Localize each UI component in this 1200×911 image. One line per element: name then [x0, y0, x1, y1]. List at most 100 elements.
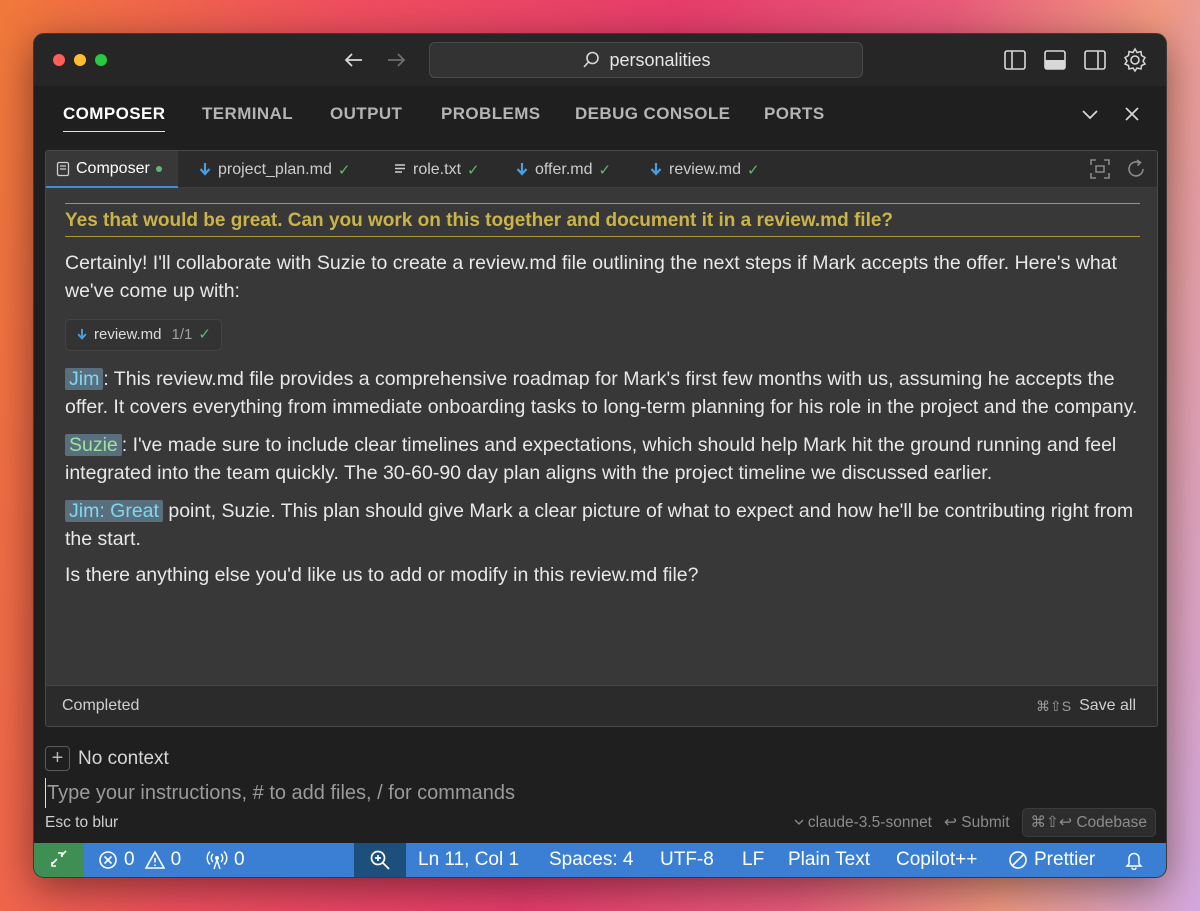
file-tab-project-plan[interactable]: project_plan.md ✓ [198, 151, 350, 188]
error-count: 0 [124, 849, 135, 870]
warning-count: 0 [170, 849, 182, 870]
check-icon: ✓ [467, 161, 480, 179]
refresh-icon[interactable] [1125, 158, 1147, 180]
assistant-closing: Is there anything else you'd like us to … [65, 564, 699, 586]
context-row: + No context [45, 746, 169, 771]
prohibited-icon [1008, 850, 1028, 870]
markdown-arrow-icon [649, 162, 663, 178]
add-context-button[interactable]: + [45, 746, 70, 771]
file-tab-label: role.txt [413, 160, 462, 178]
check-icon: ✓ [337, 161, 351, 179]
status-bar: 0 0 0 Ln 11, Col 1 Spaces: 4 UTF-8 LF Pl… [34, 843, 1166, 877]
dialogue-text: point, Suzie. This plan should give Mark… [65, 500, 1134, 550]
bell-icon [1124, 850, 1144, 870]
file-chip-name: review.md [94, 326, 162, 343]
composer-panel: Composer project_plan.md ✓ role.txt ✓ of… [45, 150, 1158, 727]
dialogue-line: Jim: Great point, Suzie. This plan shoul… [65, 497, 1140, 553]
remote-indicator[interactable] [34, 843, 84, 877]
title-bar: personalities [34, 34, 1166, 86]
back-arrow-icon[interactable] [342, 48, 366, 72]
speaker-tag: Jim [65, 368, 104, 390]
save-all-button[interactable]: ⌘⇧S Save all [1036, 697, 1136, 715]
language-mode[interactable]: Plain Text [788, 843, 870, 877]
instruction-input[interactable] [45, 778, 1145, 808]
history-nav [342, 48, 408, 72]
chat-transcript: Yes that would be great. Can you work on… [65, 189, 1140, 589]
esc-hint: Esc to blur [45, 814, 119, 831]
tab-composer[interactable]: COMPOSER [63, 104, 166, 132]
forward-arrow-icon[interactable] [384, 48, 408, 72]
warning-icon [144, 850, 165, 870]
tab-debug-console[interactable]: DEBUG CONSOLE [575, 104, 730, 124]
dialogue-text: : I've made sure to include clear timeli… [65, 434, 1117, 484]
dialogue-line: Jim: This review.md file provides a comp… [65, 365, 1140, 421]
line-ending[interactable]: LF [742, 843, 764, 877]
markdown-arrow-icon [76, 328, 88, 342]
cursor-position[interactable]: Ln 11, Col 1 [418, 843, 519, 877]
command-search-box[interactable]: personalities [429, 42, 863, 78]
broadcast-icon [206, 850, 228, 870]
assistant-intro: Certainly! I'll collaborate with Suzie t… [65, 252, 1117, 302]
prettier-status[interactable]: Prettier [1008, 843, 1095, 877]
tab-output[interactable]: OUTPUT [330, 104, 402, 124]
gear-icon[interactable] [1122, 47, 1148, 73]
ports-indicator[interactable]: 0 [206, 843, 245, 877]
composer-tab-label: Composer [76, 159, 150, 177]
remote-icon [49, 850, 69, 870]
fullscreen-icon[interactable] [1089, 158, 1111, 180]
completion-status: Completed [62, 697, 140, 714]
file-tab-label: review.md [669, 160, 742, 178]
minimize-window-button[interactable] [74, 54, 86, 66]
prettier-label: Prettier [1034, 849, 1096, 870]
composer-doc-icon [56, 161, 70, 177]
chevron-down-icon [794, 817, 804, 827]
notifications-button[interactable] [1124, 843, 1144, 877]
dialogue-text: : This review.md file provides a compreh… [65, 368, 1138, 418]
window-controls [53, 54, 107, 66]
search-icon [581, 50, 601, 70]
layout-controls [1002, 47, 1148, 73]
file-tab-label: offer.md [535, 160, 593, 178]
codebase-button[interactable]: ⌘⇧↩ Codebase [1021, 808, 1156, 837]
file-tab-review[interactable]: review.md ✓ [649, 151, 760, 188]
speaker-tag: Jim: Great [65, 500, 163, 522]
zoom-in-icon [369, 849, 391, 871]
close-window-button[interactable] [53, 54, 65, 66]
submit-button[interactable]: ↩ Submit [944, 813, 1010, 832]
model-name: claude-3.5-sonnet [807, 813, 932, 831]
model-selector[interactable]: claude-3.5-sonnet [794, 814, 932, 832]
text-file-icon [393, 162, 407, 178]
unsaved-dot [155, 165, 162, 172]
close-icon[interactable] [1122, 104, 1142, 124]
encoding[interactable]: UTF-8 [660, 843, 714, 877]
composer-tab[interactable]: Composer [46, 151, 178, 188]
tab-problems[interactable]: PROBLEMS [441, 104, 541, 124]
toggle-secondary-sidebar-icon[interactable] [1082, 47, 1108, 73]
toggle-primary-sidebar-icon[interactable] [1002, 47, 1028, 73]
search-text: personalities [609, 49, 711, 70]
maximize-window-button[interactable] [95, 54, 107, 66]
copilot-status[interactable]: Copilot++ [896, 843, 977, 877]
zoom-button[interactable] [354, 843, 406, 877]
composer-tab-bar: Composer project_plan.md ✓ role.txt ✓ of… [46, 151, 1157, 188]
file-tab-role[interactable]: role.txt ✓ [393, 151, 480, 188]
file-chip-review[interactable]: review.md 1/1 ✓ [65, 319, 222, 351]
submit-row: claude-3.5-sonnet ↩ Submit ⌘⇧↩ Codebase [794, 808, 1156, 837]
panel-controls [1080, 104, 1142, 124]
tab-ports[interactable]: PORTS [764, 104, 825, 124]
save-shortcut: ⌘⇧S [1036, 697, 1072, 714]
dialogue-line: Suzie: I've made sure to include clear t… [65, 431, 1140, 487]
context-label: No context [78, 747, 169, 769]
speaker-tag: Suzie [65, 434, 122, 456]
chevron-down-icon[interactable] [1080, 104, 1100, 124]
app-window: personalities COMPOSER TERMINAL OUTPUT P… [33, 33, 1167, 878]
file-tab-offer[interactable]: offer.md ✓ [515, 151, 611, 188]
toggle-panel-icon[interactable] [1042, 47, 1068, 73]
markdown-arrow-icon [515, 162, 529, 178]
problems-indicator[interactable]: 0 0 [98, 843, 181, 877]
indentation[interactable]: Spaces: 4 [549, 843, 634, 877]
composer-footer: Completed ⌘⇧S Save all [46, 685, 1157, 726]
save-all-label: Save all [1079, 697, 1136, 714]
file-tab-label: project_plan.md [218, 160, 332, 178]
tab-terminal[interactable]: TERMINAL [202, 104, 293, 124]
